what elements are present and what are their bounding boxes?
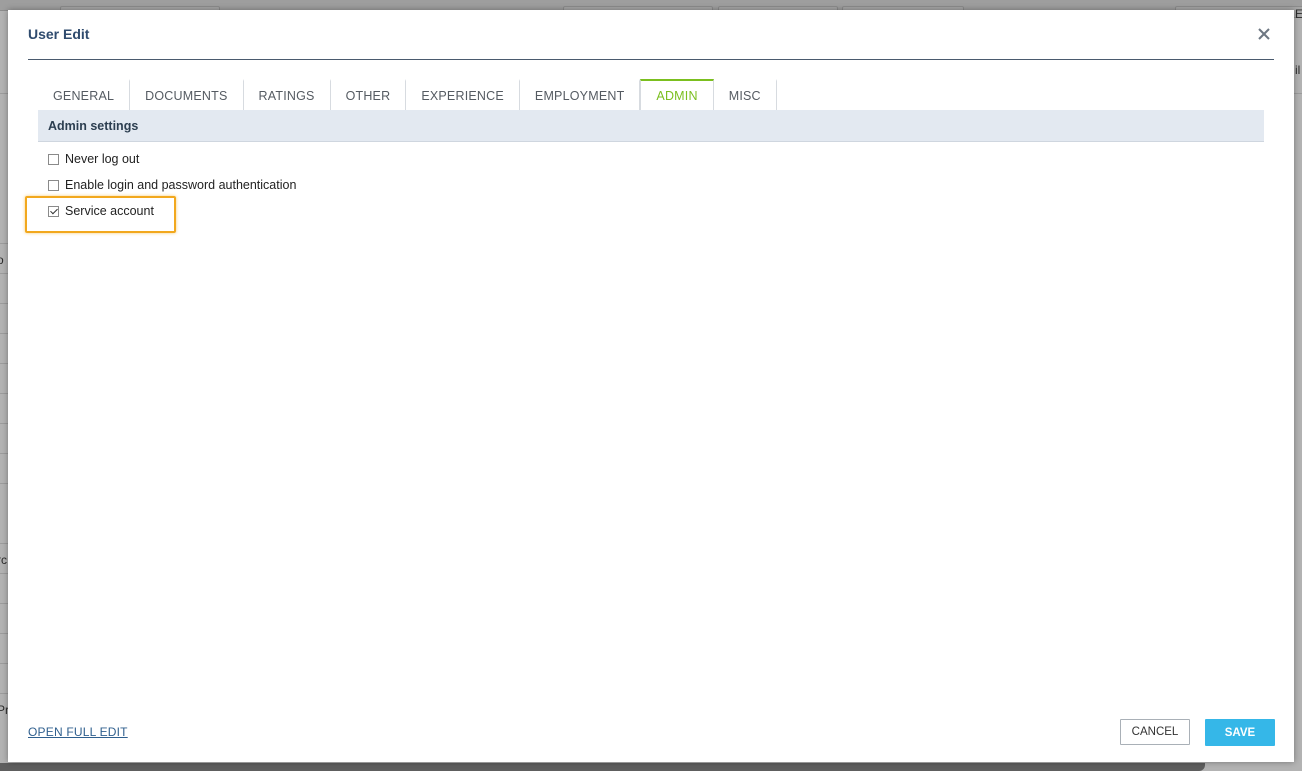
background-divider — [0, 693, 8, 694]
option-label: Never log out — [65, 152, 140, 166]
cancel-button[interactable]: CANCEL — [1120, 719, 1190, 745]
never-log-out-option[interactable]: Never log out — [48, 150, 139, 168]
tab-other[interactable]: OTHER — [330, 79, 407, 111]
tab-misc[interactable]: MISC — [713, 79, 777, 111]
close-icon — [1258, 28, 1270, 40]
background-divider — [0, 93, 8, 94]
option-label: Enable login and password authentication — [65, 178, 297, 192]
save-button[interactable]: SAVE — [1205, 719, 1275, 746]
service-account-checkbox[interactable] — [48, 205, 59, 217]
tab-general[interactable]: GENERAL — [38, 79, 131, 111]
tab-ratings[interactable]: RATINGS — [243, 79, 331, 111]
admin-settings-header: Admin settings — [38, 110, 1264, 142]
background-divider — [0, 303, 8, 304]
background-divider — [0, 483, 8, 484]
never-log-out-checkbox[interactable] — [48, 153, 59, 165]
background-divider — [0, 453, 8, 454]
tab-employment[interactable]: EMPLOYMENT — [519, 79, 641, 111]
background-divider — [0, 573, 8, 574]
enable-login-password-checkbox[interactable] — [48, 179, 59, 191]
background-divider — [0, 543, 8, 544]
background-text: o — [0, 253, 4, 267]
service-account-option[interactable]: Service account — [48, 202, 154, 220]
enable-login-password-option[interactable]: Enable login and password authentication — [48, 176, 296, 194]
modal-title: User Edit — [28, 26, 90, 42]
background-text: rc — [0, 553, 7, 567]
background-divider — [0, 243, 8, 244]
option-label: Service account — [65, 204, 154, 218]
tab-admin[interactable]: ADMIN — [640, 79, 714, 111]
background-divider — [0, 663, 8, 664]
tab-documents[interactable]: DOCUMENTS — [130, 79, 244, 111]
background-divider — [1294, 93, 1302, 94]
tab-bar: GENERAL DOCUMENTS RATINGS OTHER EXPERIEN… — [38, 79, 777, 111]
close-button[interactable] — [1254, 24, 1274, 44]
background-text: il — [1295, 63, 1301, 77]
background-divider — [0, 423, 8, 424]
background-divider — [0, 333, 8, 334]
tab-experience[interactable]: EXPERIENCE — [406, 79, 520, 111]
background-divider — [0, 363, 8, 364]
open-full-edit-link[interactable]: OPEN FULL EDIT — [28, 725, 128, 739]
background-divider — [0, 633, 8, 634]
background-text: E — [1295, 7, 1302, 21]
modal-header: User Edit — [28, 10, 1274, 60]
section-title: Admin settings — [48, 119, 139, 133]
background-divider — [0, 393, 8, 394]
background-bottom-bar — [0, 763, 1205, 771]
user-edit-modal: User Edit GENERAL DOCUMENTS RATINGS OTHE… — [8, 10, 1294, 762]
background-divider — [0, 273, 8, 274]
background-divider — [0, 603, 8, 604]
